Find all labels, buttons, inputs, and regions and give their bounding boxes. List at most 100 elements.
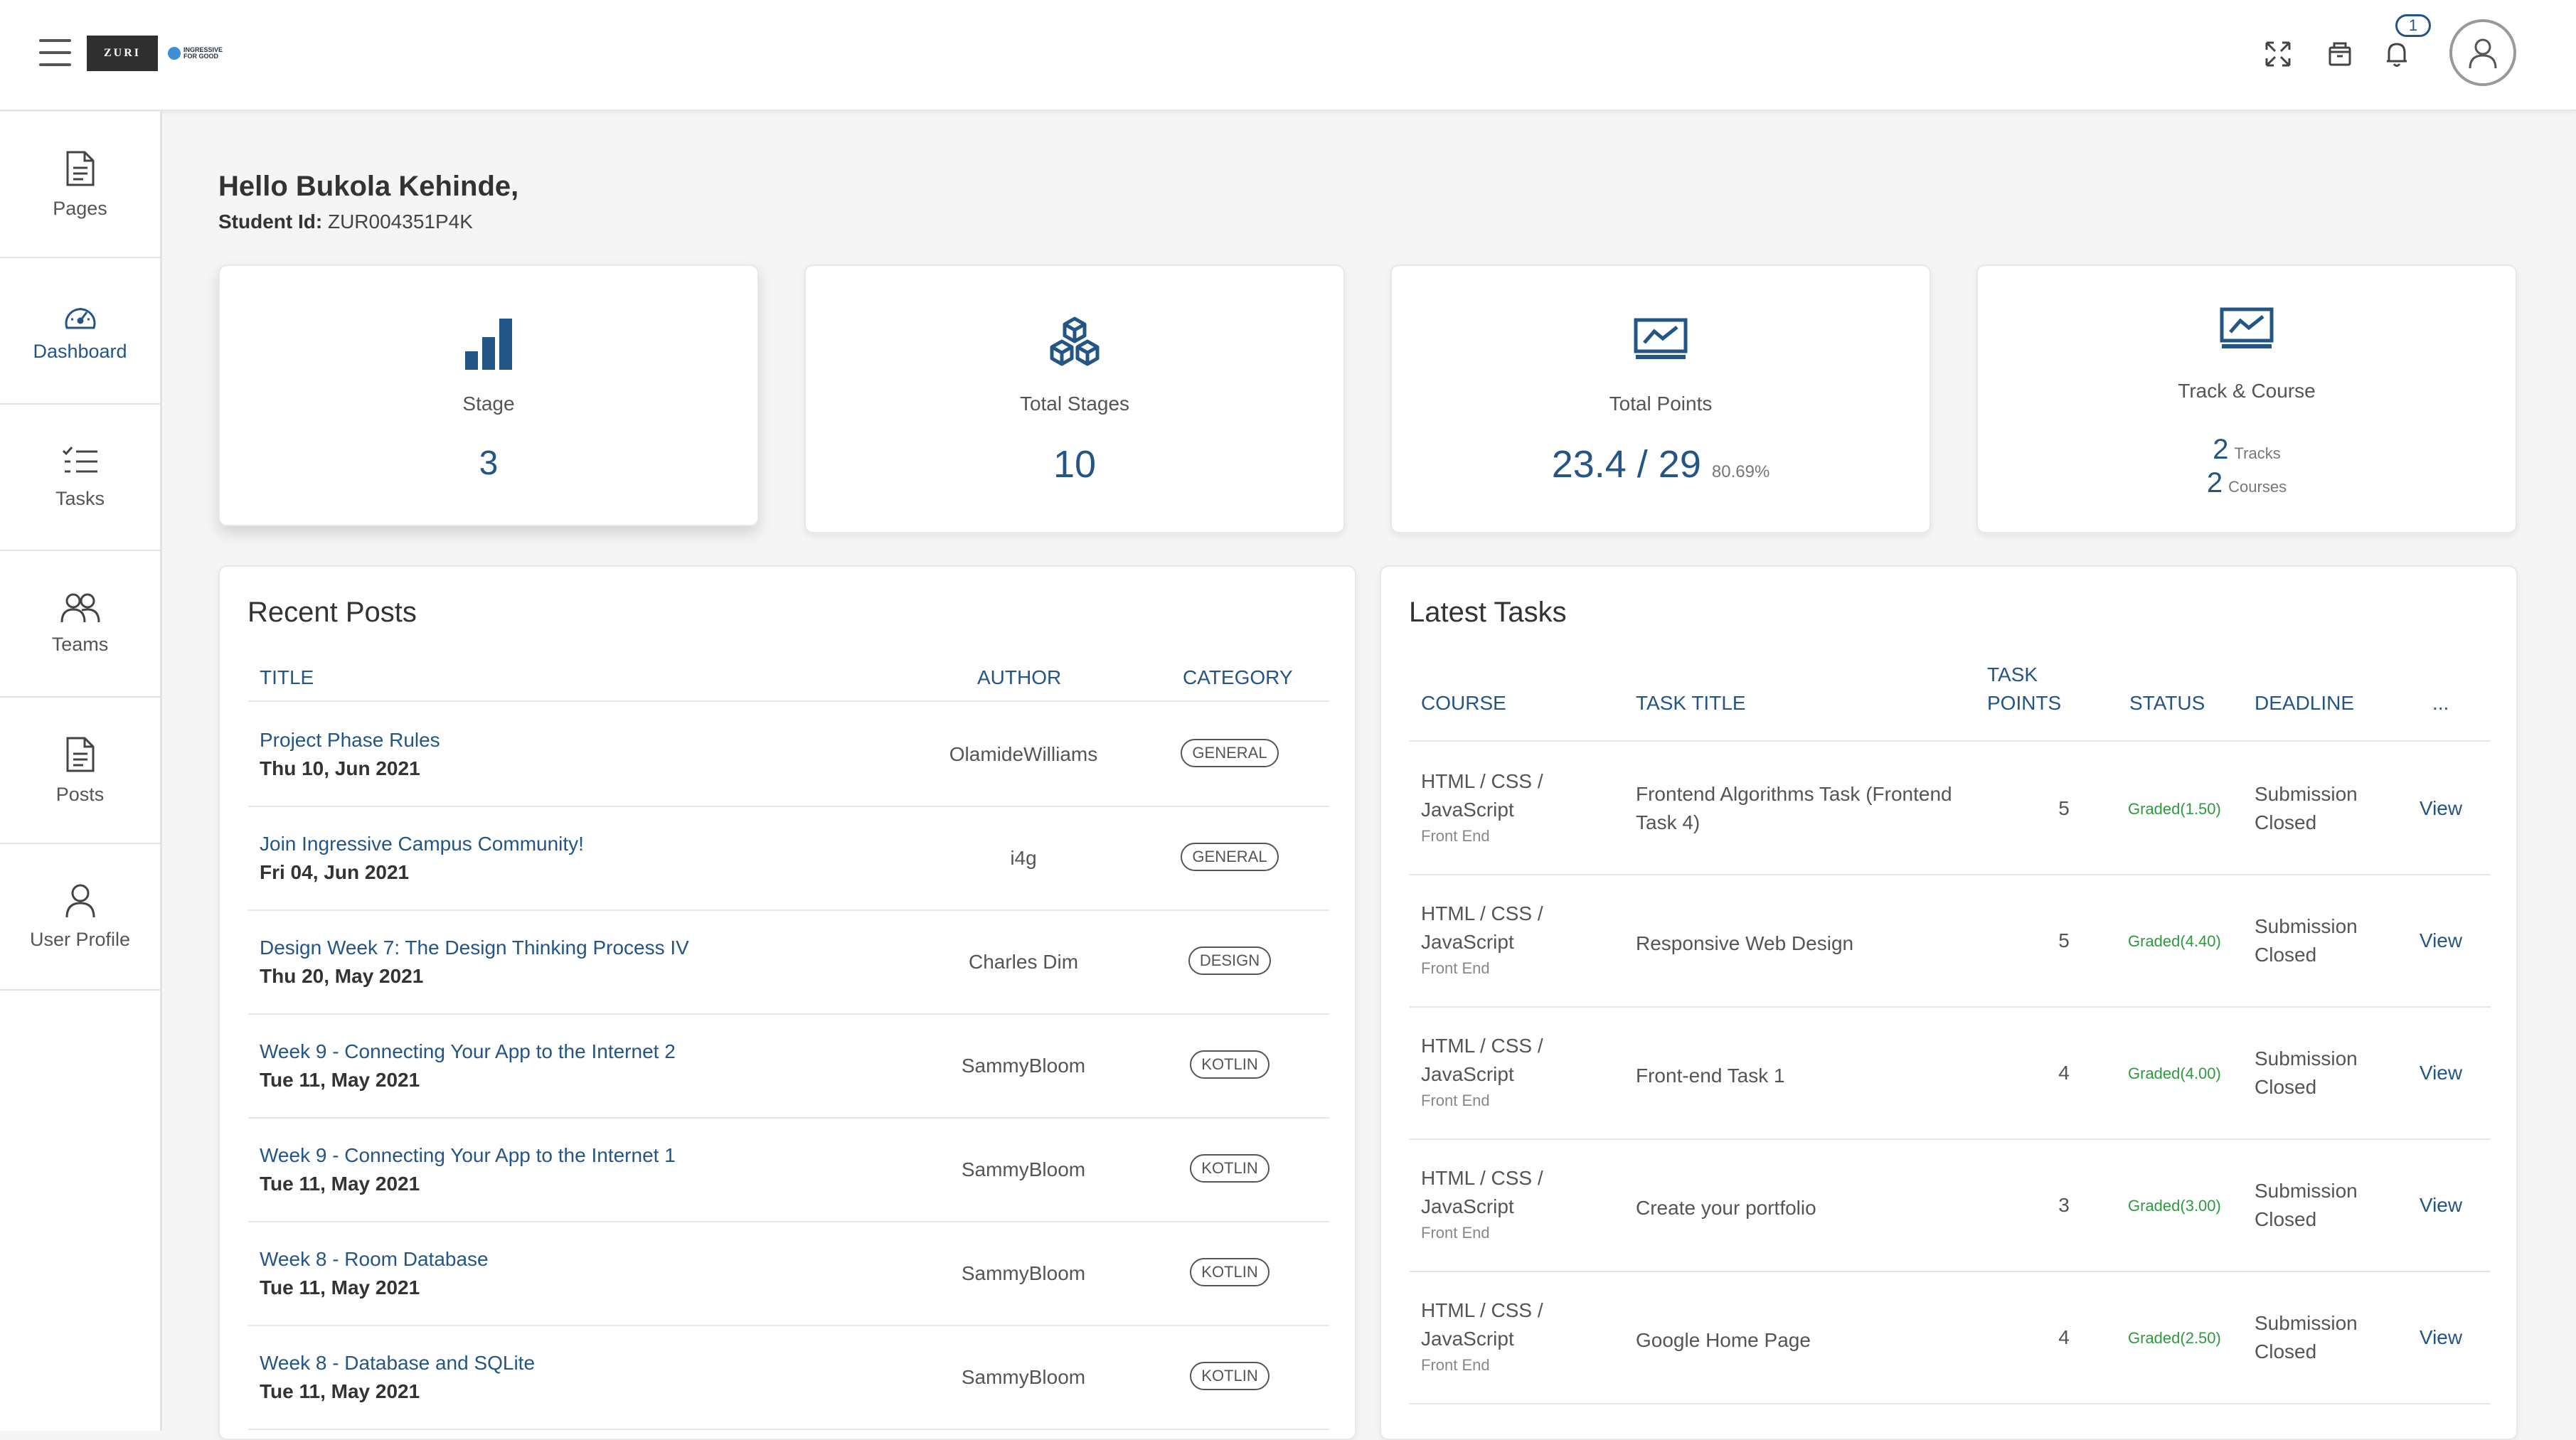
- column-header-author[interactable]: AUTHOR: [977, 666, 1061, 689]
- sidebar-item-user-profile[interactable]: User Profile: [0, 844, 160, 991]
- task-title: Frontend Algorithms Task (Frontend Task …: [1636, 780, 1977, 837]
- track-label: Front End: [1421, 1092, 1490, 1109]
- stat-card-total-stages: Total Stages 10: [804, 265, 1345, 533]
- course-line: JavaScript: [1421, 1195, 1514, 1217]
- category-badge: KOTLIN: [1190, 1154, 1270, 1183]
- view-link[interactable]: View: [2402, 1062, 2480, 1084]
- sidebar-item-tasks[interactable]: Tasks: [0, 405, 160, 551]
- stat-value: 23.4 / 29 80.69%: [1392, 442, 1930, 486]
- stat-card-stage: Stage 3: [218, 265, 759, 526]
- panel-title: Recent Posts: [248, 597, 417, 628]
- post-date: Tue 11, May 2021: [260, 1276, 420, 1298]
- avatar[interactable]: [2449, 19, 2516, 86]
- deadline-line: Submission: [2255, 1047, 2358, 1070]
- task-deadline: Submission Closed: [2255, 1045, 2383, 1102]
- sidebar-item-label: Tasks: [55, 487, 105, 509]
- post-date: Thu 20, May 2021: [260, 965, 424, 987]
- task-title: Google Home Page: [1636, 1326, 1977, 1355]
- view-link[interactable]: View: [2402, 797, 2480, 820]
- task-course: HTML / CSS / JavaScript Front End: [1421, 1296, 1543, 1377]
- column-header-task-points-line1[interactable]: TASK: [1987, 663, 2038, 686]
- sidebar-item-dashboard[interactable]: Dashboard: [0, 258, 160, 405]
- post-title-link[interactable]: Week 8 - Room Database: [260, 1248, 489, 1271]
- table-row: Design Week 7: The Design Thinking Proce…: [248, 911, 1329, 1015]
- sidebar-item-label: Dashboard: [33, 340, 127, 362]
- task-deadline: Submission Closed: [2255, 780, 2383, 837]
- column-header-title[interactable]: TITLE: [260, 666, 314, 689]
- column-header-status[interactable]: STATUS: [2129, 692, 2205, 715]
- post-date: Fri 04, Jun 2021: [260, 861, 410, 883]
- track-label: Front End: [1421, 1224, 1490, 1242]
- post-title-link[interactable]: Week 8 - Database and SQLite: [260, 1352, 535, 1375]
- post-title-link[interactable]: Week 9 - Connecting Your App to the Inte…: [260, 1040, 676, 1063]
- posts-table-header: TITLE AUTHOR CATEGORY: [248, 659, 1329, 702]
- post-title-link[interactable]: Week 9 - Connecting Your App to the Inte…: [260, 1144, 676, 1167]
- sidebar-item-teams[interactable]: Teams: [0, 551, 160, 698]
- post-author: SammyBloom: [961, 1366, 1086, 1388]
- column-header-task-points-line2[interactable]: POINTS: [1987, 692, 2061, 715]
- student-id-value: ZUR004351P4K: [327, 210, 473, 233]
- top-header: ZURI INGRESSIVE FOR GOOD 1: [0, 0, 2576, 111]
- course-line: JavaScript: [1421, 799, 1514, 821]
- column-header-task-title[interactable]: TASK TITLE: [1636, 692, 1746, 715]
- status-badge: Graded(4.00): [2128, 1065, 2221, 1082]
- notification-badge[interactable]: 1: [2395, 14, 2431, 37]
- task-title-line: Responsive Web Design: [1636, 932, 1854, 954]
- course-line: JavaScript: [1421, 931, 1514, 953]
- course-line: HTML / CSS /: [1421, 1299, 1543, 1321]
- view-link[interactable]: View: [2402, 1326, 2480, 1349]
- more-icon[interactable]: ...: [2432, 692, 2449, 715]
- courses-count: 2 Courses: [1978, 467, 2516, 499]
- stat-title: Stage: [462, 393, 515, 415]
- chart-line-icon: [1392, 316, 1930, 361]
- menu-icon[interactable]: [39, 39, 71, 66]
- table-row: Week 9 - Connecting Your App to the Inte…: [248, 1015, 1329, 1119]
- task-points: 5: [2058, 797, 2070, 819]
- bag-icon[interactable]: [2320, 34, 2360, 74]
- post-title-link[interactable]: Design Week 7: The Design Thinking Proce…: [260, 937, 689, 959]
- sidebar-item-pages[interactable]: Pages: [0, 112, 160, 258]
- task-title: Responsive Web Design: [1636, 929, 1977, 958]
- task-course: HTML / CSS / JavaScript Front End: [1421, 767, 1543, 848]
- bell-icon[interactable]: [2377, 34, 2417, 74]
- post-author: OlamideWilliams: [949, 743, 1098, 765]
- sidebar-item-label: Teams: [51, 633, 109, 655]
- column-header-category[interactable]: CATEGORY: [1183, 666, 1293, 689]
- courses-number: 2: [2206, 467, 2223, 498]
- speedometer-icon: [65, 307, 95, 329]
- deadline-line: Closed: [2255, 1208, 2317, 1230]
- task-title: Create your portfolio: [1636, 1194, 1977, 1222]
- zuri-logo[interactable]: ZURI: [87, 36, 158, 71]
- post-date: Tue 11, May 2021: [260, 1173, 420, 1195]
- task-title-line: Front-end Task 1: [1636, 1065, 1785, 1087]
- deadline-line: Submission: [2255, 1312, 2358, 1334]
- task-course: HTML / CSS / JavaScript Front End: [1421, 1032, 1543, 1113]
- column-header-deadline[interactable]: DEADLINE: [2255, 692, 2354, 715]
- sidebar-item-posts[interactable]: Posts: [0, 698, 160, 844]
- view-link[interactable]: View: [2402, 1194, 2480, 1217]
- post-title-link[interactable]: Join Ingressive Campus Community!: [260, 833, 584, 855]
- stat-title: Total Stages: [1019, 393, 1130, 415]
- chart-line-icon: [1978, 305, 2516, 351]
- post-title-link[interactable]: Project Phase Rules: [260, 729, 440, 752]
- task-title-line: Google Home Page: [1636, 1329, 1811, 1351]
- status-badge: Graded(2.50): [2128, 1329, 2221, 1347]
- expand-icon[interactable]: [2258, 34, 2298, 74]
- ingressive-logo-mark: [168, 47, 181, 60]
- category-badge: GENERAL: [1181, 739, 1279, 767]
- table-row: Week 8 - Database and SQLite Tue 11, May…: [248, 1326, 1329, 1430]
- tasks-table-header: COURSE TASK TITLE TASK POINTS STATUS DEA…: [1410, 659, 2491, 742]
- student-id-label: Student Id:: [218, 210, 323, 233]
- sidebar-item-label: User Profile: [29, 928, 131, 950]
- post-author: SammyBloom: [961, 1158, 1086, 1180]
- track-label: Front End: [1421, 1356, 1490, 1374]
- ingressive-logo: INGRESSIVE FOR GOOD: [168, 44, 238, 63]
- latest-tasks-panel: Latest Tasks COURSE TASK TITLE TASK POIN…: [1380, 565, 2518, 1440]
- task-deadline: Submission Closed: [2255, 912, 2383, 969]
- column-header-course[interactable]: COURSE: [1421, 692, 1506, 715]
- stat-value: 3: [479, 444, 499, 482]
- view-link[interactable]: View: [2402, 929, 2480, 952]
- checklist-icon: [62, 446, 97, 472]
- category-badge: DESIGN: [1188, 946, 1272, 975]
- post-date: Thu 10, Jun 2021: [260, 757, 420, 779]
